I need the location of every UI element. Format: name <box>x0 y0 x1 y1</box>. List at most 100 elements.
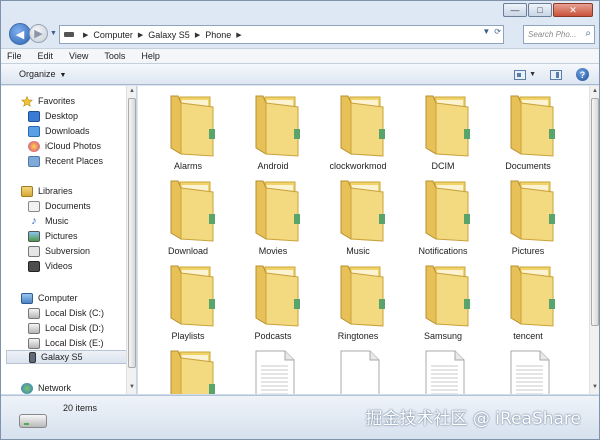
navigation-pane: Favorites Desktop Downloads iCloud Photo… <box>1 86 137 394</box>
preview-pane-icon[interactable] <box>550 69 562 80</box>
sidebar-item-galaxy-s5[interactable]: Galaxy S5 <box>6 350 128 364</box>
file-item[interactable] <box>401 347 485 394</box>
folder-item[interactable]: clockworkmod <box>316 92 400 176</box>
menu-help[interactable]: Help <box>141 51 160 61</box>
sidebar-group-network[interactable]: Network <box>21 381 71 395</box>
folder-item[interactable]: tencent <box>486 262 570 346</box>
file-item[interactable] <box>231 347 315 394</box>
folder-item[interactable]: Music <box>316 177 400 261</box>
libraries-label: Libraries <box>38 186 73 196</box>
recent-pages-dropdown[interactable]: ▼ <box>50 30 57 37</box>
breadcrumb-computer[interactable]: Computer <box>93 30 133 40</box>
folder-label: Documents <box>505 161 551 171</box>
folder-item[interactable]: Android <box>231 92 315 176</box>
folder-item[interactable]: Pictures <box>486 177 570 261</box>
scrollbar-thumb[interactable] <box>591 98 599 326</box>
scrollbar-thumb[interactable] <box>128 98 136 368</box>
caption-buttons: — □ ✕ <box>503 3 593 17</box>
scroll-up-icon[interactable]: ▲ <box>590 86 599 96</box>
close-button[interactable]: ✕ <box>553 3 593 17</box>
address-dropdown-icon[interactable]: ▼ <box>482 27 490 36</box>
sidebar-item-downloads[interactable]: Downloads <box>28 124 90 138</box>
sidebar-item-label: Documents <box>45 201 91 211</box>
file-item[interactable] <box>486 347 570 394</box>
menu-edit[interactable]: Edit <box>38 51 54 61</box>
sidebar-item-pictures[interactable]: Pictures <box>28 229 78 243</box>
command-bar-right: ▼ ? <box>514 68 589 81</box>
minimize-button[interactable]: — <box>503 3 527 17</box>
view-options-dropdown[interactable]: ▼ <box>529 71 536 78</box>
sidebar-item-icloud-photos[interactable]: iCloud Photos <box>28 139 101 153</box>
music-icon: ♪ <box>31 214 37 227</box>
folder-item[interactable]: DCIM <box>401 92 485 176</box>
maximize-button[interactable]: □ <box>528 3 552 17</box>
folder-icon <box>510 265 555 327</box>
computer-label: Computer <box>38 293 78 303</box>
refresh-icon[interactable]: ⟳ <box>494 27 501 36</box>
file-item[interactable] <box>316 347 400 394</box>
subversion-icon <box>28 245 40 257</box>
network-icon <box>21 382 33 394</box>
sidebar-group-computer[interactable]: Computer <box>21 291 78 305</box>
folder-item[interactable]: Movies <box>231 177 315 261</box>
folder-icon <box>425 265 470 327</box>
chevron-right-icon[interactable]: ▶ <box>138 31 143 39</box>
change-view-icon[interactable] <box>514 69 527 80</box>
local-disk-icon <box>28 307 40 319</box>
address-bar[interactable]: ▶ Computer ▶ Galaxy S5 ▶ Phone ▶ ▼ ⟳ <box>59 25 504 44</box>
file-list-scrollbar[interactable]: ▲ ▼ <box>589 86 599 394</box>
folder-icon <box>510 95 555 157</box>
folder-item[interactable]: Samsung <box>401 262 485 346</box>
sidebar-item-label: Desktop <box>45 111 79 121</box>
sidebar-item-label: Local Disk (C:) <box>45 308 105 318</box>
folder-item[interactable]: Alarms <box>146 92 230 176</box>
sidebar-group-libraries[interactable]: Libraries <box>21 184 73 198</box>
sidebar-item-recent-places[interactable]: Recent Places <box>28 154 103 168</box>
sidebar-group-favorites[interactable]: Favorites <box>21 94 75 108</box>
sidebar-item-local-disk-e[interactable]: Local Disk (E:) <box>28 336 104 350</box>
sidebar-item-videos[interactable]: Videos <box>28 259 72 273</box>
sidebar-item-subversion[interactable]: Subversion <box>28 244 90 258</box>
help-icon[interactable]: ? <box>576 68 589 81</box>
sidebar-item-local-disk-d[interactable]: Local Disk (D:) <box>28 321 104 335</box>
sidebar-item-music[interactable]: ♪ Music <box>28 214 68 228</box>
breadcrumb-galaxy-s5[interactable]: Galaxy S5 <box>148 30 190 40</box>
search-icon: ⌕ <box>585 28 591 39</box>
breadcrumb-phone[interactable]: Phone <box>205 30 231 40</box>
videos-icon <box>28 260 40 272</box>
search-input[interactable]: Search Pho... ⌕ <box>523 25 595 44</box>
folder-item[interactable]: Playlists <box>146 262 230 346</box>
scroll-up-icon[interactable]: ▲ <box>127 86 137 96</box>
text-file-icon <box>425 350 465 394</box>
scroll-down-icon[interactable]: ▼ <box>127 382 137 392</box>
menu-file[interactable]: File <box>7 51 22 61</box>
chevron-right-icon[interactable]: ▶ <box>195 31 200 39</box>
text-file-icon <box>510 350 550 394</box>
forward-button[interactable]: ▶ <box>29 24 48 43</box>
chevron-right-icon[interactable]: ▶ <box>236 31 241 39</box>
sidebar-item-local-disk-c[interactable]: Local Disk (C:) <box>28 306 104 320</box>
watermark: 掘金技术社区 @ iReaShare <box>365 409 581 429</box>
folder-item[interactable]: Podcasts <box>231 262 315 346</box>
folder-icon <box>340 180 385 242</box>
sidebar-item-documents[interactable]: Documents <box>28 199 91 213</box>
navigation-bar: ◀ ▶ ▼ ▶ Computer ▶ Galaxy S5 ▶ Phone ▶ ▼… <box>7 23 597 45</box>
organize-button[interactable]: Organize ▼ <box>19 69 66 79</box>
folder-label: Podcasts <box>254 331 292 341</box>
menu-view[interactable]: View <box>69 51 88 61</box>
folder-item[interactable]: Download <box>146 177 230 261</box>
menu-tools[interactable]: Tools <box>104 51 125 61</box>
computer-icon <box>21 292 33 304</box>
folder-icon <box>170 265 215 327</box>
back-button[interactable]: ◀ <box>9 23 31 45</box>
folder-item[interactable]: Documents <box>486 92 570 176</box>
folder-item[interactable]: Ringtones <box>316 262 400 346</box>
chevron-right-icon: ▶ <box>83 31 89 39</box>
scroll-down-icon[interactable]: ▼ <box>590 382 599 392</box>
folder-item[interactable] <box>146 347 230 394</box>
navigation-pane-scrollbar[interactable]: ▲ ▼ <box>126 86 136 394</box>
sidebar-item-desktop[interactable]: Desktop <box>28 109 78 123</box>
folder-icon <box>425 95 470 157</box>
folder-item[interactable]: Notifications <box>401 177 485 261</box>
caret-down-icon: ▼ <box>59 72 67 79</box>
